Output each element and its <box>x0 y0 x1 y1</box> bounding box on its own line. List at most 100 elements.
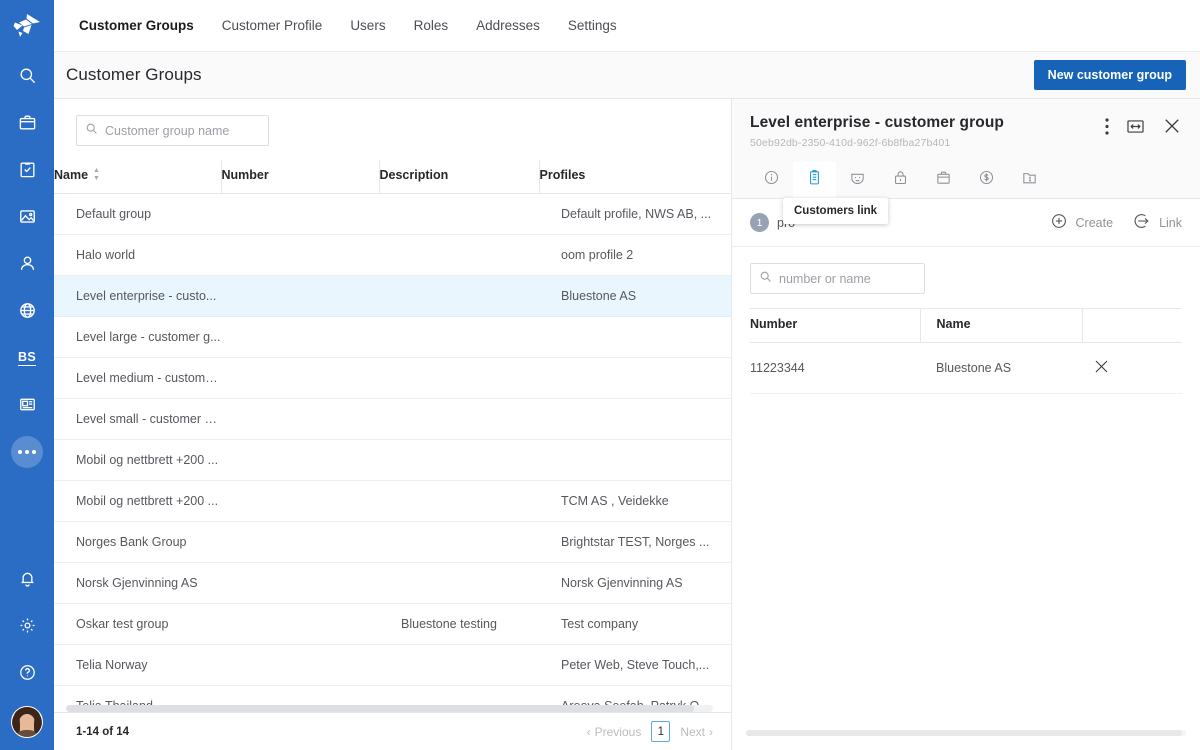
table-row[interactable]: Oskar test group Bluestone testing Test … <box>54 604 731 645</box>
sidebar-item-web[interactable] <box>0 287 54 334</box>
sidebar-item-products[interactable] <box>0 99 54 146</box>
cell-profiles: Norsk Gjenvinning AS <box>539 563 731 604</box>
detail-column-header-number[interactable]: Number <box>750 309 920 343</box>
remove-icon[interactable] <box>1092 365 1111 379</box>
tab-prices[interactable] <box>965 162 1008 198</box>
search-icon <box>759 270 772 288</box>
column-header-description[interactable]: Description <box>379 160 539 194</box>
folder-one-icon <box>1021 169 1038 191</box>
tab-products[interactable] <box>922 162 965 198</box>
avatar[interactable] <box>11 706 43 738</box>
detail-title: Level enterprise - customer group <box>750 114 1004 132</box>
column-header-profiles[interactable]: Profiles <box>539 160 731 194</box>
tab-settings[interactable]: Settings <box>554 0 631 51</box>
detail-search-wrapper[interactable] <box>750 263 925 294</box>
table-row-selected[interactable]: Level enterprise - custo... Bluestone AS <box>54 276 731 317</box>
tab-documents[interactable] <box>1008 162 1051 198</box>
more-vertical-icon[interactable] <box>1105 118 1109 135</box>
tab-information[interactable] <box>750 162 793 198</box>
horizontal-scrollbar[interactable] <box>66 705 713 712</box>
table-row[interactable]: Mobil og nettbrett +200 ... <box>54 440 731 481</box>
cell-number <box>221 317 379 358</box>
sidebar-item-reports[interactable] <box>0 381 54 428</box>
sidebar-item-more[interactable] <box>0 428 54 475</box>
table-row[interactable]: Level medium - custome... <box>54 358 731 399</box>
table-row[interactable]: Norsk Gjenvinning AS Norsk Gjenvinning A… <box>54 563 731 604</box>
bell-icon <box>18 569 37 588</box>
close-icon[interactable] <box>1162 116 1182 136</box>
table-row[interactable]: 11223344 Bluestone AS <box>750 343 1182 394</box>
table-row[interactable]: Level small - customer g... <box>54 399 731 440</box>
plus-circle-icon <box>1050 212 1068 233</box>
sort-arrows-icon: ▲▼ <box>93 167 100 182</box>
tab-roles[interactable]: Roles <box>400 0 463 51</box>
cell-number <box>221 235 379 276</box>
page-number-1[interactable]: 1 <box>651 721 670 742</box>
sidebar-item-media[interactable] <box>0 193 54 240</box>
table-row[interactable]: Mobil og nettbrett +200 ... TCM AS , Vei… <box>54 481 731 522</box>
cell-profiles <box>539 399 731 440</box>
sidebar-item-orders[interactable] <box>0 146 54 193</box>
rail-items: BS <box>0 52 54 475</box>
globe-icon <box>18 301 37 320</box>
bluestone-logo[interactable] <box>0 0 54 52</box>
table-row[interactable]: Norges Bank Group Brightstar TEST, Norge… <box>54 522 731 563</box>
customer-groups-table: Name ▲▼ Number Description Profiles <box>54 160 731 712</box>
column-header-name[interactable]: Name ▲▼ <box>54 160 221 194</box>
detail-search-input[interactable] <box>779 272 916 286</box>
search-input[interactable] <box>105 124 260 138</box>
previous-label: Previous <box>595 725 642 739</box>
tab-addresses[interactable]: Addresses <box>462 0 554 51</box>
next-page-button[interactable]: Next › <box>680 725 713 739</box>
top-navigation: Customer Groups Customer Profile Users R… <box>54 0 1200 52</box>
table-row[interactable]: Default group Default profile, NWS AB, .… <box>54 194 731 235</box>
building-icon <box>806 169 823 191</box>
cell-number <box>221 276 379 317</box>
link-label: Link <box>1159 216 1182 230</box>
tab-customer-profile[interactable]: Customer Profile <box>208 0 337 51</box>
table-header-row: Name ▲▼ Number Description Profiles <box>54 160 731 194</box>
tab-customers[interactable] <box>793 162 836 198</box>
detail-tabs <box>750 162 1182 198</box>
customer-groups-list-pane: Name ▲▼ Number Description Profiles <box>54 99 732 750</box>
tab-users[interactable]: Users <box>336 0 399 51</box>
sidebar-item-search[interactable] <box>0 52 54 99</box>
sidebar-item-settings[interactable] <box>0 602 54 649</box>
search-icon <box>85 122 98 140</box>
table-row[interactable]: Telia Norway Peter Web, Steve Touch,... <box>54 645 731 686</box>
tab-permissions[interactable] <box>879 162 922 198</box>
table-row[interactable]: Halo world oom profile 2 <box>54 235 731 276</box>
sidebar-item-notifications[interactable] <box>0 555 54 602</box>
detail-header-actions <box>1105 114 1182 136</box>
sidebar-item-help[interactable] <box>0 649 54 696</box>
cell-name: Mobil og nettbrett +200 ... <box>54 440 221 481</box>
cell-name: Bluestone AS <box>920 343 1082 394</box>
detail-horizontal-scrollbar[interactable] <box>746 730 1186 736</box>
expand-horizontal-icon[interactable] <box>1126 117 1145 136</box>
cell-description <box>379 276 539 317</box>
cell-name: Norges Bank Group <box>54 522 221 563</box>
link-button[interactable]: Link <box>1133 212 1182 233</box>
table-row[interactable]: Level large - customer g... <box>54 317 731 358</box>
cell-remove[interactable] <box>1082 343 1182 394</box>
search-input-wrapper[interactable] <box>76 115 269 146</box>
cell-number <box>221 522 379 563</box>
sidebar-item-customers[interactable] <box>0 240 54 287</box>
dollar-circle-icon <box>978 169 995 191</box>
detail-column-header-name[interactable]: Name <box>920 309 1082 343</box>
list-scroll-region[interactable]: Name ▲▼ Number Description Profiles <box>54 160 731 712</box>
cell-number <box>221 604 379 645</box>
new-customer-group-button[interactable]: New customer group <box>1034 60 1186 90</box>
cell-number <box>221 194 379 235</box>
column-header-number[interactable]: Number <box>221 160 379 194</box>
news-icon <box>18 395 37 414</box>
create-label: Create <box>1076 216 1114 230</box>
tab-profiles[interactable] <box>836 162 879 198</box>
previous-page-button[interactable]: ‹ Previous <box>587 725 642 739</box>
tab-customer-groups[interactable]: Customer Groups <box>65 0 208 51</box>
cell-description <box>379 399 539 440</box>
cell-name: Telia Norway <box>54 645 221 686</box>
cell-description <box>379 645 539 686</box>
sidebar-item-bs[interactable]: BS <box>0 334 54 381</box>
create-button[interactable]: Create <box>1050 212 1114 233</box>
